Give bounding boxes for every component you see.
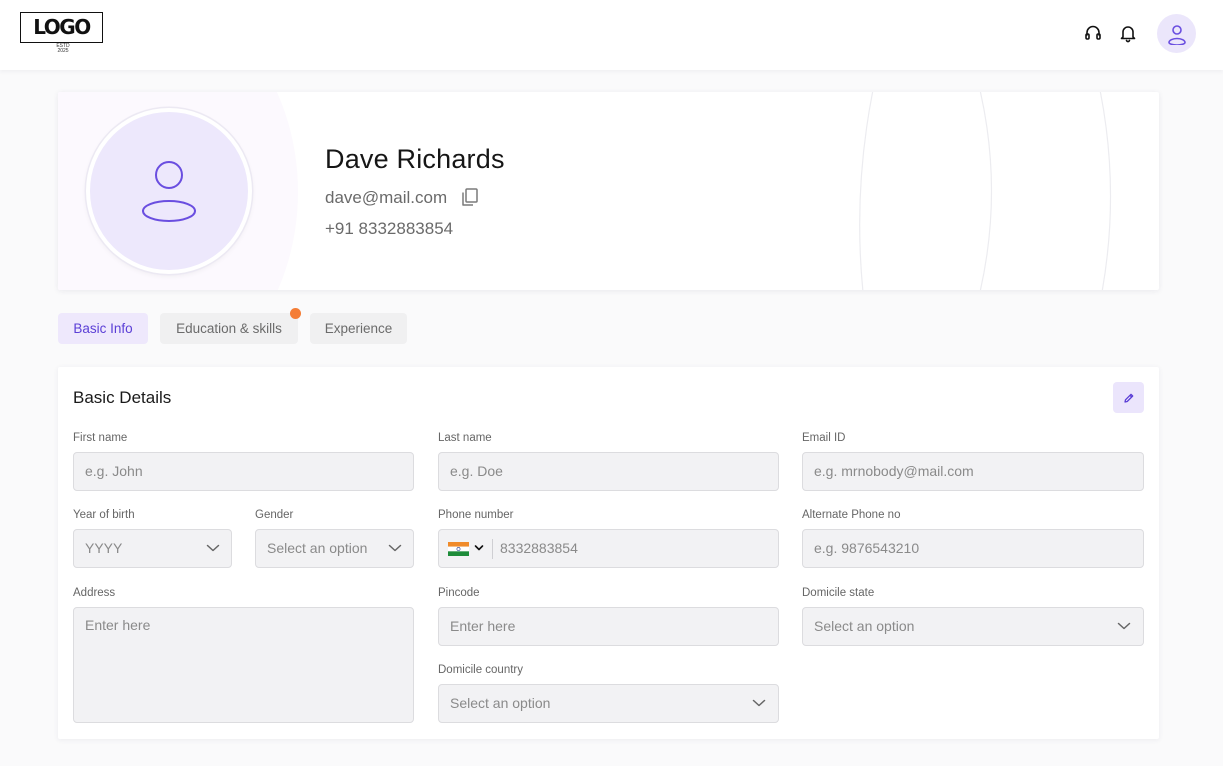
top-navigation-bar: LOGO ESTD 2025: [0, 0, 1223, 70]
headset-icon[interactable]: [1083, 23, 1103, 43]
gender-select[interactable]: Select an option: [255, 529, 414, 568]
last-name-label: Last name: [438, 432, 492, 444]
alternate-phone-input[interactable]: e.g. 9876543210: [802, 529, 1144, 568]
profile-card: Dave Richards dave@mail.com +91 83328838…: [58, 92, 1159, 290]
domicile-country-select[interactable]: Select an option: [438, 684, 779, 723]
chevron-down-icon[interactable]: [474, 544, 484, 552]
basic-details-title: Basic Details: [73, 388, 172, 407]
logo-text: LOGO: [33, 15, 91, 39]
year-of-birth-select[interactable]: YYYY: [73, 529, 232, 568]
domicile-state-select[interactable]: Select an option: [802, 607, 1144, 646]
copy-icon[interactable]: [460, 187, 480, 207]
user-icon: [141, 161, 197, 222]
edit-button[interactable]: [1113, 382, 1144, 413]
logo-established-text: ESTD 2025: [56, 43, 70, 54]
domicile-country-value: Select an option: [450, 695, 551, 711]
domicile-state-value: Select an option: [814, 618, 915, 634]
year-of-birth-label: Year of birth: [73, 509, 135, 521]
user-avatar-button[interactable]: [1157, 14, 1196, 53]
first-name-input[interactable]: e.g. John: [73, 452, 414, 491]
alternate-phone-label: Alternate Phone no: [802, 509, 901, 521]
email-id-input[interactable]: e.g. mrnobody@mail.com: [802, 452, 1144, 491]
user-icon: [1167, 24, 1186, 45]
address-label: Address: [73, 587, 116, 599]
chevron-down-icon: [752, 699, 766, 707]
phone-number-value: 8332883854: [500, 540, 578, 556]
chevron-down-icon: [206, 544, 220, 552]
gender-label: Gender: [255, 509, 294, 521]
phone-number-label: Phone number: [438, 509, 514, 521]
bell-icon[interactable]: [1118, 23, 1138, 43]
chevron-down-icon: [1117, 622, 1131, 630]
gender-value: Select an option: [267, 540, 368, 556]
domicile-country-label: Domicile country: [438, 664, 523, 676]
domicile-state-label: Domicile state: [802, 587, 875, 599]
first-name-label: First name: [73, 432, 128, 444]
tab-basic-info[interactable]: Basic Info: [58, 313, 148, 344]
profile-email: dave@mail.com: [325, 188, 448, 207]
profile-avatar[interactable]: [86, 108, 252, 274]
tab-experience[interactable]: Experience: [310, 313, 407, 344]
last-name-input[interactable]: e.g. Doe: [438, 452, 779, 491]
email-id-label: Email ID: [802, 432, 846, 444]
india-flag-icon[interactable]: [448, 542, 469, 556]
logo[interactable]: LOGO: [20, 12, 103, 43]
address-textarea[interactable]: Enter here: [73, 607, 414, 723]
tab-education-skills[interactable]: Education & skills: [160, 313, 298, 344]
notification-dot: [290, 308, 301, 319]
pincode-label: Pincode: [438, 587, 480, 599]
phone-number-input[interactable]: 8332883854: [438, 529, 779, 568]
pencil-icon: [1123, 393, 1133, 403]
divider: [492, 539, 493, 559]
pincode-input[interactable]: Enter here: [438, 607, 779, 646]
year-of-birth-value: YYYY: [85, 540, 123, 556]
profile-phone: +91 8332883854: [325, 219, 454, 238]
chevron-down-icon: [388, 544, 402, 552]
profile-name: Dave Richards: [325, 144, 505, 174]
